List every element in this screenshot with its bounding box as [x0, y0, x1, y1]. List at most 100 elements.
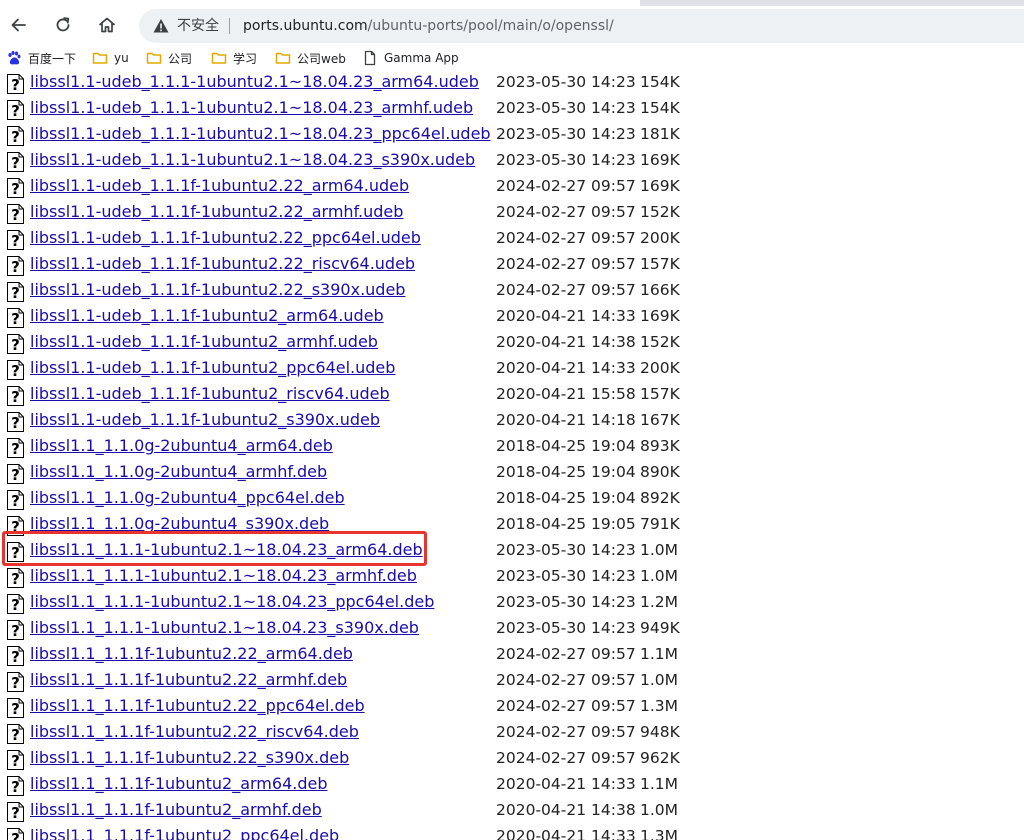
unknown-file-icon[interactable]: ? — [6, 568, 25, 588]
unknown-file-icon[interactable]: ? — [6, 230, 25, 250]
svg-text:?: ? — [11, 284, 20, 302]
unknown-file-icon[interactable]: ? — [6, 594, 25, 614]
file-modified: 2023-05-30 14:23 — [496, 125, 636, 143]
unknown-file-icon[interactable]: ? — [6, 204, 25, 224]
unknown-file-icon[interactable]: ? — [6, 646, 25, 666]
unknown-file-icon[interactable]: ? — [6, 178, 25, 198]
address-bar[interactable]: 不安全 ports.ubuntu.com/ubuntu-ports/pool/m… — [139, 9, 1024, 43]
file-link[interactable]: libssl1.1-udeb_1.1.1-1ubuntu2.1~18.04.23… — [30, 72, 479, 92]
unknown-file-icon[interactable]: ? — [6, 802, 25, 822]
bookmark-baidu[interactable]: 百度一下 — [6, 48, 76, 68]
unknown-file-icon[interactable]: ? — [6, 490, 25, 510]
bookmark-gamma-app[interactable]: Gamma App — [362, 48, 459, 68]
file-row: ? libssl1.1_1.1.0g-2ubuntu4_s390x.deb 2018… — [0, 512, 1024, 538]
file-link[interactable]: libssl1.1_1.1.1f-1ubuntu2_armhf.deb — [30, 800, 322, 820]
unknown-file-icon[interactable]: ? — [6, 334, 25, 354]
file-link[interactable]: libssl1.1-udeb_1.1.1f-1ubuntu2_s390x.ude… — [30, 410, 380, 430]
folder-icon — [146, 52, 162, 64]
file-link[interactable]: libssl1.1_1.1.1f-1ubuntu2.22_ppc64el.deb — [30, 696, 365, 716]
file-modified: 2023-05-30 14:23 — [496, 541, 636, 559]
unknown-file-icon[interactable]: ? — [6, 620, 25, 640]
home-button[interactable] — [91, 9, 123, 41]
unknown-file-icon[interactable]: ? — [6, 126, 25, 146]
unknown-file-icon[interactable]: ? — [6, 698, 25, 718]
file-size: 154K — [640, 99, 680, 117]
url-text[interactable]: ports.ubuntu.com/ubuntu-ports/pool/main/… — [243, 16, 614, 36]
svg-text:?: ? — [11, 570, 20, 588]
folder-icon — [211, 52, 227, 64]
unknown-file-icon[interactable]: ? — [6, 516, 25, 536]
file-link[interactable]: libssl1.1-udeb_1.1.1f-1ubuntu2.22_riscv6… — [30, 254, 415, 274]
file-link[interactable]: libssl1.1-udeb_1.1.1f-1ubuntu2.22_s390x.… — [30, 280, 405, 300]
file-link[interactable]: libssl1.1_1.1.1f-1ubuntu2.22_riscv64.deb — [30, 722, 359, 742]
back-button[interactable] — [3, 9, 35, 41]
file-link[interactable]: libssl1.1_1.1.0g-2ubuntu4_s390x.deb — [30, 514, 329, 534]
unknown-file-icon[interactable]: ? — [6, 282, 25, 302]
unknown-file-icon[interactable]: ? — [6, 776, 25, 796]
file-size: 167K — [640, 411, 680, 429]
unknown-file-icon[interactable]: ? — [6, 74, 25, 94]
warning-icon[interactable] — [152, 17, 170, 35]
bookmark-folder-study[interactable]: 学习 — [211, 48, 257, 68]
unknown-file-icon[interactable]: ? — [6, 100, 25, 120]
unknown-file-icon[interactable]: ? — [6, 438, 25, 458]
unknown-file-icon[interactable]: ? — [6, 672, 25, 692]
unknown-file-icon[interactable]: ? — [6, 828, 25, 840]
unknown-file-icon[interactable]: ? — [6, 750, 25, 770]
file-link[interactable]: libssl1.1_1.1.1-1ubuntu2.1~18.04.23_armh… — [30, 566, 417, 586]
unknown-file-icon[interactable]: ? — [6, 542, 25, 562]
file-modified: 2020-04-21 14:33 — [496, 827, 636, 840]
unknown-file-icon[interactable]: ? — [6, 152, 25, 172]
bookmark-label: 学习 — [233, 51, 258, 66]
file-link[interactable]: libssl1.1_1.1.0g-2ubuntu4_ppc64el.deb — [30, 488, 345, 508]
unknown-file-icon[interactable]: ? — [6, 724, 25, 744]
browser-toolbar: 不安全 ports.ubuntu.com/ubuntu-ports/pool/m… — [0, 6, 1024, 44]
unknown-file-icon[interactable]: ? — [6, 386, 25, 406]
file-modified: 2024-02-27 09:57 — [496, 671, 636, 689]
file-link[interactable]: libssl1.1_1.1.1-1ubuntu2.1~18.04.23_ppc6… — [30, 592, 434, 612]
svg-text:?: ? — [11, 622, 20, 640]
file-link[interactable]: libssl1.1_1.1.1f-1ubuntu2.22_armhf.deb — [30, 670, 347, 690]
security-label[interactable]: 不安全 — [177, 16, 219, 36]
file-link[interactable]: libssl1.1_1.1.1-1ubuntu2.1~18.04.23_arm6… — [30, 540, 423, 560]
unknown-file-icon[interactable]: ? — [6, 308, 25, 328]
file-link[interactable]: libssl1.1-udeb_1.1.1f-1ubuntu2_armhf.ude… — [30, 332, 378, 352]
home-icon — [99, 17, 115, 33]
file-size: 1.1M — [640, 645, 679, 663]
file-link[interactable]: libssl1.1-udeb_1.1.1f-1ubuntu2_riscv64.u… — [30, 384, 390, 404]
file-link[interactable]: libssl1.1_1.1.0g-2ubuntu4_arm64.deb — [30, 436, 333, 456]
unknown-file-icon[interactable]: ? — [6, 256, 25, 276]
file-size: 169K — [640, 177, 680, 195]
file-link[interactable]: libssl1.1-udeb_1.1.1f-1ubuntu2.22_ppc64e… — [30, 228, 421, 248]
file-link[interactable]: libssl1.1-udeb_1.1.1f-1ubuntu2_ppc64el.u… — [30, 358, 395, 378]
unknown-file-icon[interactable]: ? — [6, 464, 25, 484]
file-link[interactable]: libssl1.1_1.1.1f-1ubuntu2.22_s390x.deb — [30, 748, 349, 768]
file-link[interactable]: libssl1.1_1.1.0g-2ubuntu4_armhf.deb — [30, 462, 327, 482]
file-link[interactable]: libssl1.1-udeb_1.1.1-1ubuntu2.1~18.04.23… — [30, 98, 473, 118]
file-link[interactable]: libssl1.1_1.1.1-1ubuntu2.1~18.04.23_s390… — [30, 618, 419, 638]
reload-button[interactable] — [47, 9, 79, 41]
file-link[interactable]: libssl1.1_1.1.1f-1ubuntu2_arm64.deb — [30, 774, 328, 794]
file-link[interactable]: libssl1.1-udeb_1.1.1f-1ubuntu2_arm64.ude… — [30, 306, 384, 326]
file-row: ? libssl1.1-udeb_1.1.1f-1ubuntu2_arm64.ud… — [0, 304, 1024, 330]
file-size: 890K — [640, 463, 680, 481]
file-link[interactable]: libssl1.1_1.1.1f-1ubuntu2_ppc64el.deb — [30, 826, 339, 840]
file-modified: 2024-02-27 09:57 — [496, 281, 636, 299]
file-modified: 2023-05-30 14:23 — [496, 151, 636, 169]
unknown-file-icon[interactable]: ? — [6, 360, 25, 380]
directory-listing: ? libssl1.1-udeb_1.1.1-1ubuntu2.1~18.04.2… — [0, 72, 1024, 840]
bookmark-folder-company[interactable]: 公司 — [146, 48, 192, 68]
file-modified: 2020-04-21 14:38 — [496, 333, 636, 351]
file-link[interactable]: libssl1.1-udeb_1.1.1-1ubuntu2.1~18.04.23… — [30, 150, 475, 170]
file-link[interactable]: libssl1.1_1.1.1f-1ubuntu2.22_arm64.deb — [30, 644, 353, 664]
file-row: ? libssl1.1-udeb_1.1.1-1ubuntu2.1~18.04.2… — [0, 148, 1024, 174]
file-row: ? libssl1.1_1.1.1-1ubuntu2.1~18.04.23_arm… — [0, 538, 1024, 564]
bookmark-folder-yu[interactable]: yu — [92, 48, 129, 68]
folder-icon — [275, 52, 291, 64]
bookmark-folder-company-web[interactable]: 公司web — [275, 48, 346, 68]
file-link[interactable]: libssl1.1-udeb_1.1.1f-1ubuntu2.22_arm64.… — [30, 176, 409, 196]
svg-text:?: ? — [11, 128, 20, 146]
file-link[interactable]: libssl1.1-udeb_1.1.1f-1ubuntu2.22_armhf.… — [30, 202, 403, 222]
file-link[interactable]: libssl1.1-udeb_1.1.1-1ubuntu2.1~18.04.23… — [30, 124, 491, 144]
unknown-file-icon[interactable]: ? — [6, 412, 25, 432]
